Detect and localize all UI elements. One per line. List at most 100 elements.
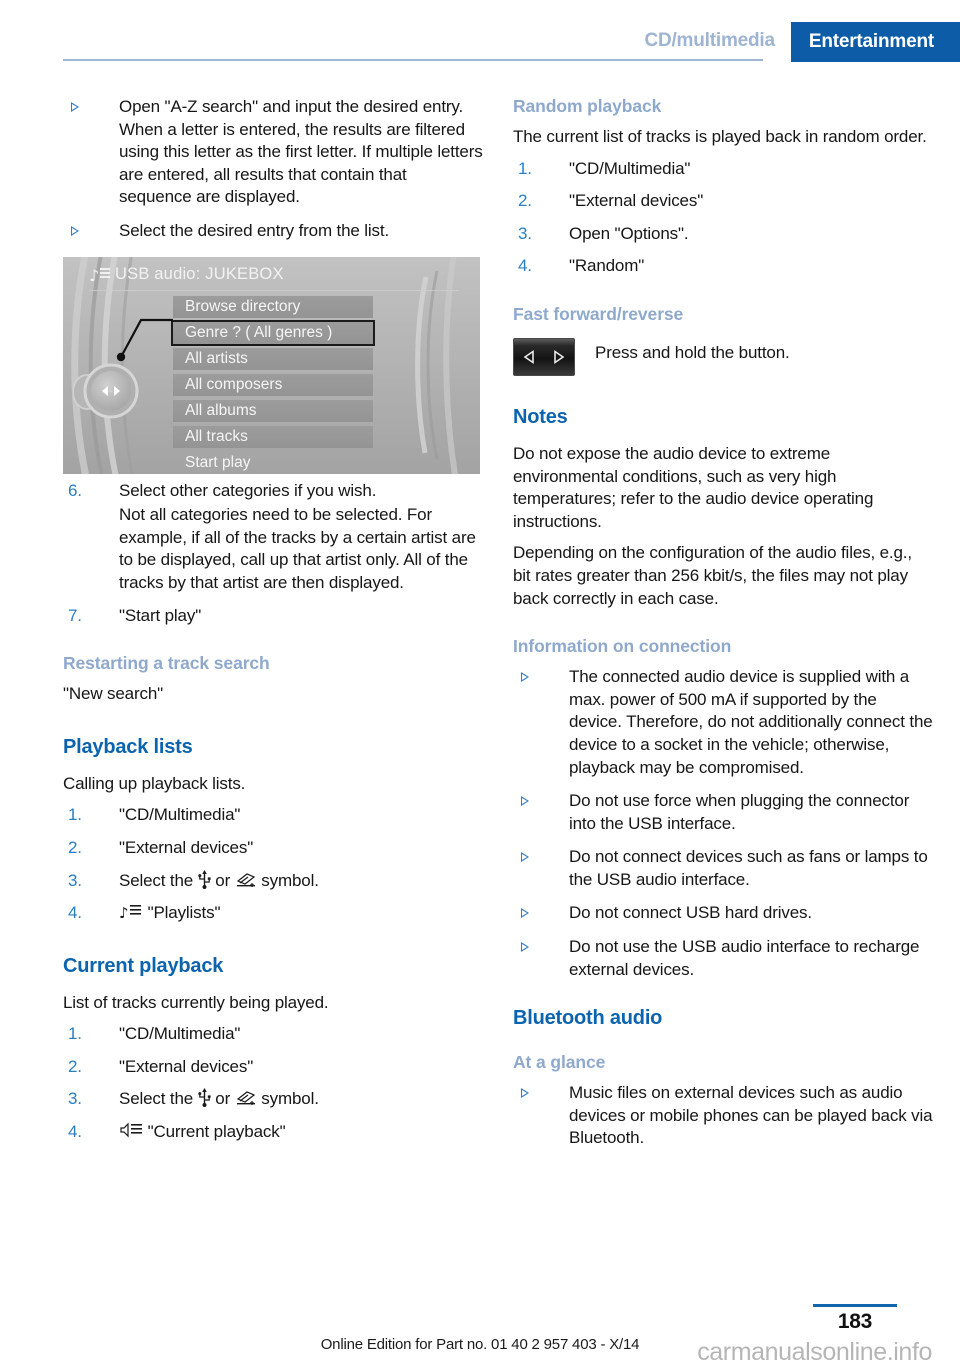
- step-number: 1.: [518, 158, 532, 178]
- heading-playback-lists: Playback lists: [63, 735, 193, 758]
- footer-rule: [813, 1304, 897, 1307]
- step-text: "External devices": [119, 1056, 254, 1076]
- list-item: Do not use the USB audio interface to re…: [513, 936, 933, 981]
- list-item: 1. "CD/Multimedia": [63, 1023, 483, 1046]
- playlist-icon: ♪: [119, 903, 143, 921]
- list-item: 2. "External devices": [63, 1056, 483, 1079]
- step-text-mid: or: [215, 1089, 231, 1109]
- step-number: 2.: [68, 1056, 82, 1076]
- step-text-mid: or: [215, 870, 231, 890]
- page-number: 183: [837, 1310, 873, 1333]
- external-device-icon: [235, 1089, 257, 1107]
- bullet-text: Open "A-Z search" and input the desired …: [119, 97, 483, 207]
- step-number: 3.: [68, 870, 82, 890]
- triangle-bullet-icon: [71, 102, 79, 112]
- list-item: Do not use force when plugging the conne…: [513, 790, 933, 835]
- svg-text:♪: ♪: [119, 904, 128, 921]
- bullet-text: Do not connect devices such as fans or l…: [569, 847, 928, 889]
- bullet-text: Select the desired entry from the list.: [119, 220, 390, 240]
- step-text: "Start play": [119, 605, 202, 625]
- step-number: 7.: [68, 605, 82, 625]
- step-text-before: Select the: [119, 870, 194, 890]
- list-item: Open "A-Z search" and input the desired …: [63, 96, 483, 209]
- rocker-button-icon[interactable]: [513, 337, 575, 376]
- usb-icon: [197, 1088, 211, 1108]
- step-text: "External devices": [569, 191, 704, 211]
- heading-at-a-glance: At a glance: [513, 1052, 606, 1073]
- steps-6-7-list: 6. Select other categories if you wish. …: [63, 480, 483, 628]
- playback-lists-steps: 1. "CD/Multimedia" 2. "External devices"…: [63, 804, 483, 924]
- list-item: 3. Select the or symbol.: [63, 1088, 483, 1111]
- step-number: 2.: [518, 191, 532, 211]
- heading-restarting-track-search: Restarting a track search: [63, 653, 270, 674]
- list-item: Select the desired entry from the list.: [63, 220, 483, 243]
- list-item: 3. Select the or symbol.: [63, 869, 483, 893]
- step-text-before: Select the: [119, 1089, 194, 1109]
- bullet-text: Do not use force when plugging the conne…: [569, 791, 910, 833]
- list-item: 1. "CD/Multimedia": [513, 158, 933, 181]
- step-number: 3.: [518, 223, 532, 243]
- bullet-text: Do not connect USB hard drives.: [569, 903, 812, 923]
- heading-information-on-connection: Information on connection: [513, 636, 732, 657]
- fast-forward-row: Press and hold the button.: [513, 334, 933, 376]
- random-playback-steps: 1. "CD/Multimedia" 2. "External devices"…: [513, 158, 933, 278]
- list-item: Music files on external devices such as …: [513, 1082, 933, 1150]
- fast-forward-text: Press and hold the button.: [595, 342, 790, 362]
- right-arrow-icon: [554, 349, 565, 364]
- random-playback-text: The current list of tracks is played bac…: [513, 127, 927, 146]
- notes-paragraph: Do not expose the audio device to extrem…: [513, 443, 874, 531]
- page-header: CD/multimedia Entertainment: [0, 0, 960, 62]
- list-item: 2. "External devices": [513, 190, 933, 213]
- list-item: 4. "Current playback": [63, 1121, 483, 1144]
- heading-notes: Notes: [513, 405, 568, 428]
- list-item: Do not connect USB hard drives.: [513, 902, 933, 925]
- step-text: Select other categories if you wish.: [119, 480, 377, 500]
- current-playback-icon: [119, 1122, 143, 1140]
- step-text: "CD/Multimedia": [119, 805, 241, 825]
- step-text: "Random": [569, 256, 645, 276]
- list-item: 7. "Start play": [63, 605, 483, 628]
- heading-random-playback: Random playback: [513, 96, 662, 116]
- bullet-text: Music files on external devices such as …: [569, 1083, 933, 1148]
- list-item: 4. "Random": [513, 255, 933, 278]
- step-subtext: Not all categories need to be selected. …: [119, 505, 476, 592]
- idrive-screenshot-figure: ♪ USB audio: JUKEBOX Browse directory Ge…: [63, 256, 480, 474]
- step-number: 3.: [68, 1089, 82, 1109]
- triangle-bullet-icon: [521, 942, 529, 953]
- step-number: 1.: [68, 805, 82, 825]
- tab-entertainment[interactable]: Entertainment: [790, 22, 960, 62]
- triangle-bullet-icon: [521, 796, 529, 807]
- list-item: 1. "CD/Multimedia": [63, 804, 483, 827]
- step-text: "External devices": [119, 837, 254, 857]
- step-number: 4.: [68, 1122, 82, 1142]
- step-text-after: symbol.: [261, 1089, 319, 1109]
- triangle-bullet-icon: [521, 852, 529, 863]
- right-column: Random playback The current list of trac…: [513, 96, 933, 1161]
- list-item: 4. ♪ "Playlists": [63, 902, 483, 925]
- triangle-bullet-icon: [521, 672, 529, 683]
- current-playback-steps: 1. "CD/Multimedia" 2. "External devices"…: [63, 1023, 483, 1143]
- step-number: 2.: [68, 837, 82, 857]
- step-text: "CD/Multimedia": [119, 1024, 241, 1044]
- list-item: 6. Select other categories if you wish. …: [63, 480, 483, 595]
- step-number: 4.: [68, 903, 82, 923]
- heading-fast-forward-reverse: Fast forward/reverse: [513, 303, 684, 324]
- at-a-glance-bullet-list: Music files on external devices such as …: [513, 1082, 933, 1150]
- list-item: 3. Open "Options".: [513, 223, 933, 246]
- list-item: Do not connect devices such as fans or l…: [513, 846, 933, 891]
- notes-paragraph: Depending on the configuration of the au…: [513, 543, 912, 608]
- tab-cd-multimedia[interactable]: CD/multimedia: [644, 22, 790, 62]
- step-text-after: symbol.: [261, 870, 319, 890]
- bullet-text: The connected audio device is supplied w…: [569, 667, 933, 777]
- left-arrow-icon: [523, 349, 534, 364]
- watermark: carmanualsonline.info: [697, 1338, 932, 1366]
- heading-current-playback: Current playback: [63, 954, 224, 977]
- bullet-text: Do not use the USB audio interface to re…: [569, 937, 920, 979]
- playback-lists-intro: Calling up playback lists.: [63, 773, 246, 793]
- header-tabs: CD/multimedia Entertainment: [644, 22, 960, 62]
- usb-icon: [197, 869, 211, 889]
- heading-bluetooth-audio: Bluetooth audio: [513, 1007, 663, 1030]
- list-item: The connected audio device is supplied w…: [513, 666, 933, 779]
- step-text: Open "Options".: [569, 223, 689, 243]
- step-number: 4.: [518, 256, 532, 276]
